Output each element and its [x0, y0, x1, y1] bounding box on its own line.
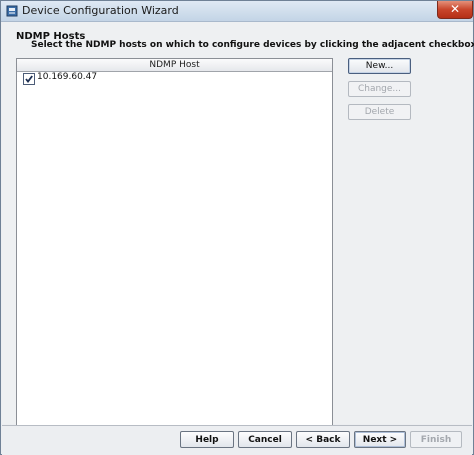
- title-bar[interactable]: Device Configuration Wizard ✕: [1, 1, 473, 22]
- delete-button[interactable]: Delete: [348, 104, 411, 120]
- new-button[interactable]: New...: [348, 58, 411, 74]
- page-description: Select the NDMP hosts on which to config…: [31, 40, 474, 50]
- back-button[interactable]: < Back: [296, 431, 350, 448]
- help-button[interactable]: Help: [180, 431, 234, 448]
- host-checkbox[interactable]: [23, 73, 35, 85]
- window-title: Device Configuration Wizard: [22, 4, 179, 17]
- wizard-footer: Help Cancel < Back Next > Finish: [2, 425, 472, 455]
- app-icon: [6, 5, 18, 17]
- finish-button[interactable]: Finish: [410, 431, 462, 448]
- wizard-window: Device Configuration Wizard ✕ NDMP Hosts…: [0, 0, 474, 455]
- table-row[interactable]: 10.169.60.47: [17, 72, 332, 87]
- ndmp-host-table: NDMP Host 10.169.60.47: [16, 58, 333, 443]
- cancel-button[interactable]: Cancel: [238, 431, 292, 448]
- host-address: 10.169.60.47: [37, 72, 98, 82]
- wizard-content: NDMP Hosts Select the NDMP hosts on whic…: [2, 22, 474, 443]
- close-icon: ✕: [449, 2, 461, 16]
- change-button[interactable]: Change...: [348, 81, 411, 97]
- checkmark-icon: [25, 75, 33, 83]
- next-button[interactable]: Next >: [354, 431, 406, 448]
- close-button[interactable]: ✕: [437, 1, 473, 19]
- column-header-ndmp-host[interactable]: NDMP Host: [17, 59, 332, 72]
